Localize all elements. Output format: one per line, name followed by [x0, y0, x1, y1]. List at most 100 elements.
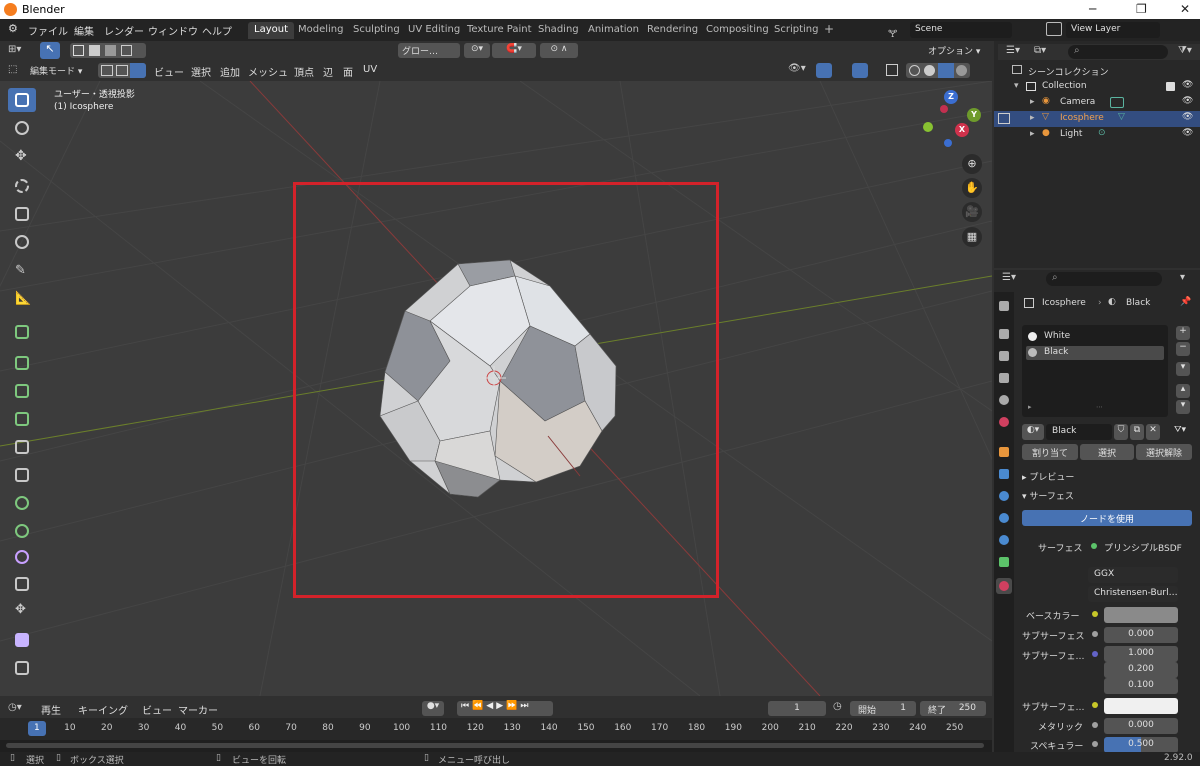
invert-selection-icon[interactable]: [121, 45, 132, 56]
tab-uv-editing[interactable]: UV Editing: [402, 22, 466, 39]
subtract-selection-icon[interactable]: [105, 45, 116, 56]
menu-timeline-view[interactable]: ビュー: [142, 702, 172, 717]
fake-user-icon[interactable]: ⛉: [1114, 424, 1128, 440]
extrude-tool-icon[interactable]: [8, 351, 36, 375]
object-tab-icon[interactable]: [996, 444, 1012, 460]
visibility-icon[interactable]: 👁▾: [788, 63, 810, 74]
select-box-tool-icon[interactable]: [8, 88, 36, 112]
rendered-shading-icon[interactable]: [956, 65, 967, 76]
poly-build-tool-icon[interactable]: [8, 491, 36, 515]
gizmo-toggle-icon[interactable]: [816, 63, 832, 78]
visibility-eye-icon[interactable]: 👁: [1182, 96, 1193, 106]
tab-texture-paint[interactable]: Texture Paint: [461, 22, 538, 39]
properties-search-input[interactable]: ⌕: [1046, 272, 1162, 286]
pivot-point-icon[interactable]: ⊙▾: [464, 43, 490, 58]
specular-slider[interactable]: 0.500: [1104, 737, 1178, 753]
assign-button[interactable]: 割り当て: [1022, 444, 1078, 460]
constraints-tab-icon[interactable]: [996, 532, 1012, 548]
snap-icon[interactable]: 🧲▾: [492, 43, 536, 58]
tab-scripting[interactable]: Scripting: [768, 22, 824, 39]
select-button[interactable]: 選択: [1080, 444, 1134, 460]
rotate-tool-icon[interactable]: [8, 174, 36, 198]
select-tool-icon[interactable]: ↖: [40, 42, 60, 59]
gizmo-neg-x-icon[interactable]: [940, 105, 948, 113]
overlay-toggle-icon[interactable]: [852, 63, 868, 78]
light-data-icon[interactable]: ⊙: [1098, 128, 1106, 138]
playback-controls[interactable]: ⏮⏪◀▶⏩⏭: [457, 701, 553, 716]
modifier-tab-icon[interactable]: [996, 466, 1012, 482]
minimize-icon[interactable]: ─: [1089, 2, 1096, 16]
radius-y-field[interactable]: 0.200: [1104, 662, 1178, 678]
view-layer-selector[interactable]: View Layer: [1066, 22, 1160, 38]
menu-window[interactable]: ウィンドウ: [148, 23, 198, 38]
outliner-editor-icon[interactable]: ☰▾: [1006, 45, 1020, 56]
solid-shading-icon[interactable]: [924, 65, 935, 76]
material-shading-icon[interactable]: [938, 63, 954, 78]
gizmo-x-axis[interactable]: X: [955, 123, 969, 137]
wireframe-shading-icon[interactable]: [909, 65, 920, 76]
tab-compositing[interactable]: Compositing: [700, 22, 775, 39]
outliner-item-icosphere[interactable]: ▸ ▽ Icosphere ▽ 👁: [994, 111, 1200, 127]
expand-arrow-icon[interactable]: ▸: [1030, 113, 1035, 123]
outliner-scene-collection[interactable]: シーンコレクション: [994, 63, 1200, 79]
menu-mesh[interactable]: メッシュ: [248, 64, 288, 79]
visibility-eye-icon[interactable]: 👁: [1182, 128, 1193, 138]
options-dropdown[interactable]: オプション ▾: [924, 43, 986, 58]
view-layer-tab-icon[interactable]: [996, 370, 1012, 386]
maximize-icon[interactable]: ❐: [1136, 2, 1147, 16]
menu-edit[interactable]: 編集: [74, 23, 94, 38]
preview-range-icon[interactable]: ◷: [833, 701, 842, 712]
menu-uv[interactable]: UV: [363, 64, 377, 75]
tool-tab-icon[interactable]: [996, 298, 1012, 314]
menu-playback[interactable]: 再生: [41, 702, 61, 717]
smooth-tool-icon[interactable]: [8, 545, 36, 569]
subsurface-method-dropdown[interactable]: Christensen-Burl…: [1088, 586, 1178, 602]
edge-slide-tool-icon[interactable]: [8, 572, 36, 596]
editor-type-icon[interactable]: ⚙: [8, 22, 22, 36]
collection-checkbox[interactable]: [1166, 82, 1175, 91]
ortho-grid-icon[interactable]: ▦: [962, 227, 982, 247]
move-slot-down-button[interactable]: ▾: [1176, 400, 1190, 414]
tab-sculpting[interactable]: Sculpting: [347, 22, 406, 39]
outliner-item-light[interactable]: ▸ ● Light ⊙ 👁: [994, 127, 1200, 143]
3d-viewport[interactable]: ユーザー・透視投影 (1) Icosphere ✥ ✎ 📐 ✥ Z Y X ⊕ …: [0, 81, 992, 696]
zoom-icon[interactable]: ⊕: [962, 154, 982, 174]
transform-orientation-dropdown[interactable]: グロー…: [398, 43, 460, 58]
subsurface-radius-socket-icon[interactable]: [1092, 651, 1098, 657]
subsurface-color-socket-icon[interactable]: [1092, 702, 1098, 708]
menu-help[interactable]: ヘルプ: [202, 23, 232, 38]
proportional-edit-icon[interactable]: ⊙ ∧: [540, 43, 578, 58]
transform-tool-icon[interactable]: [8, 230, 36, 254]
data-tab-icon[interactable]: [996, 554, 1012, 570]
gizmo-neg-z-icon[interactable]: [944, 139, 952, 147]
spin-tool-icon[interactable]: [8, 519, 36, 543]
edit-mode-icon[interactable]: [998, 113, 1010, 124]
surface-socket-icon[interactable]: [1091, 543, 1097, 549]
filter-icon[interactable]: ⧩▾: [1178, 45, 1192, 56]
menu-marker[interactable]: マーカー: [178, 702, 218, 717]
set-selection-icon[interactable]: [73, 45, 84, 56]
expand-arrow-icon[interactable]: ▸: [1030, 129, 1035, 139]
mode-dropdown[interactable]: 編集モード ▾: [26, 63, 94, 78]
scene-selector[interactable]: Scene: [910, 22, 1012, 38]
material-slot-white[interactable]: White: [1026, 330, 1164, 344]
deselect-button[interactable]: 選択解除: [1136, 444, 1192, 460]
gizmo-neg-y-icon[interactable]: [923, 122, 933, 132]
end-frame-field[interactable]: 終了 250: [920, 701, 986, 716]
visibility-eye-icon[interactable]: 👁: [1182, 112, 1193, 122]
subsurface-field[interactable]: 0.000: [1104, 627, 1178, 643]
loop-cut-tool-icon[interactable]: [8, 435, 36, 459]
tab-modeling[interactable]: Modeling: [292, 22, 350, 39]
tab-rendering[interactable]: Rendering: [641, 22, 704, 39]
radius-z-field[interactable]: 0.100: [1104, 678, 1178, 694]
remove-slot-button[interactable]: −: [1176, 342, 1190, 356]
world-tab-icon[interactable]: [996, 414, 1012, 430]
current-frame-field[interactable]: 1: [768, 701, 826, 716]
visibility-eye-icon[interactable]: 👁: [1182, 80, 1193, 90]
expand-arrow-icon[interactable]: ▸: [1030, 97, 1035, 107]
physics-tab-icon[interactable]: [996, 510, 1012, 526]
selection-mode-group[interactable]: [70, 43, 146, 58]
menu-keying[interactable]: キーイング: [78, 702, 128, 717]
gizmo-z-axis[interactable]: Z: [944, 90, 958, 104]
cursor-tool-icon[interactable]: [8, 116, 36, 140]
